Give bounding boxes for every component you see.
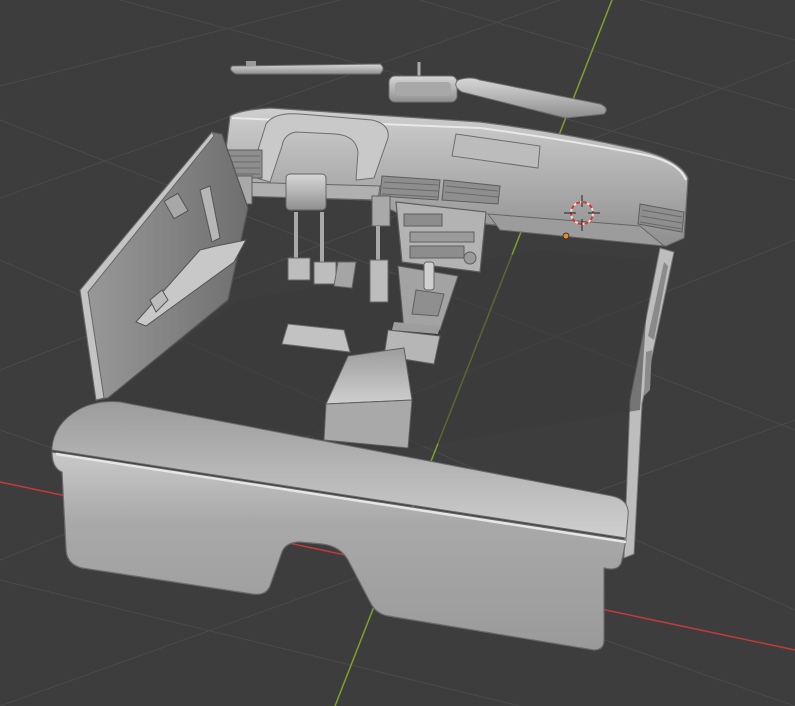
- foot-rest[interactable]: [369, 259, 389, 303]
- right-switch-stack[interactable]: [371, 195, 391, 227]
- accelerator-pedal[interactable]: [333, 261, 357, 289]
- rear-view-mirror[interactable]: [388, 62, 458, 103]
- brake-pedal[interactable]: [313, 261, 337, 285]
- sun-visor-right[interactable]: [455, 77, 607, 119]
- steering-hub[interactable]: [285, 173, 327, 211]
- clutch-pedal[interactable]: [287, 257, 311, 281]
- origin-marker-icon: [562, 232, 570, 240]
- 3d-viewport[interactable]: [0, 0, 795, 706]
- sun-visor-left[interactable]: [230, 61, 384, 75]
- gear-shifter[interactable]: [423, 261, 435, 291]
- viewport-canvas[interactable]: [0, 0, 795, 706]
- center-console-radio[interactable]: [395, 201, 487, 273]
